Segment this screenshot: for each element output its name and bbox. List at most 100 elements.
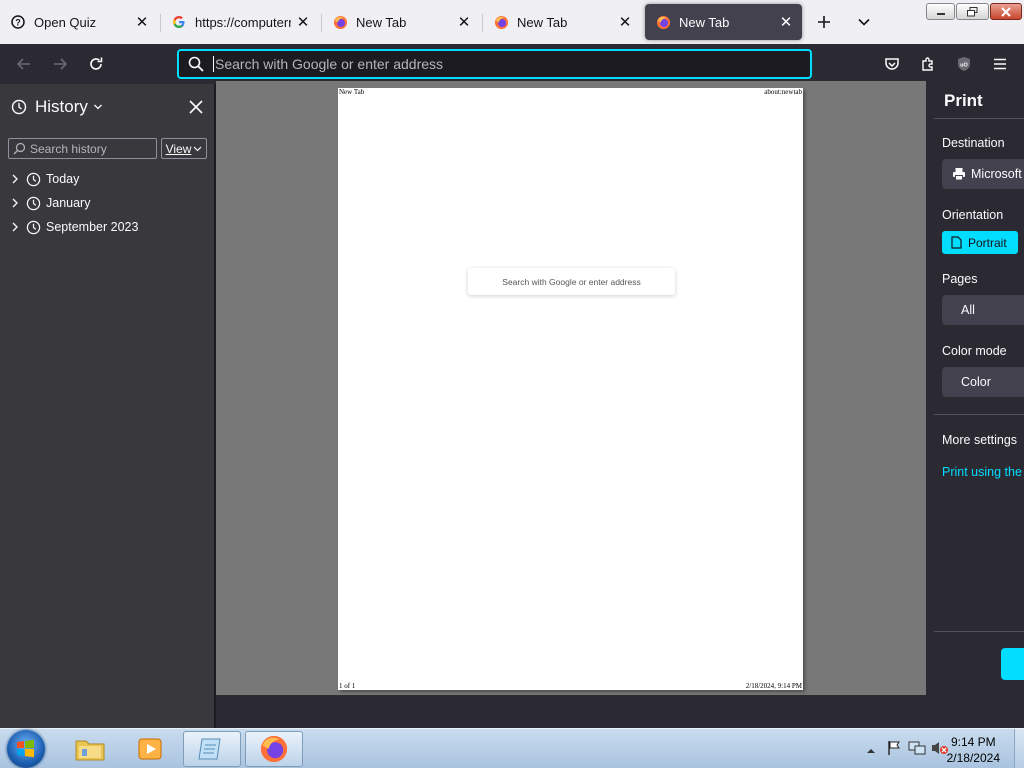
taskbar-notepad[interactable] <box>183 731 241 767</box>
search-icon <box>13 142 26 155</box>
view-label: View <box>165 141 192 156</box>
ublock-button[interactable]: uO <box>948 48 980 80</box>
divider <box>934 631 1024 632</box>
pages-label: Pages <box>942 272 978 286</box>
network-icon[interactable] <box>908 740 926 759</box>
pocket-icon <box>885 58 899 70</box>
list-all-tabs-button[interactable] <box>850 8 878 36</box>
navigation-toolbar: Search with Google or enter address uO <box>0 44 1024 84</box>
restore-button[interactable] <box>956 3 989 20</box>
app-menu-button[interactable] <box>984 48 1016 80</box>
sidebar-title[interactable]: History <box>35 97 88 117</box>
history-item-january[interactable]: January <box>0 192 215 214</box>
clock-icon <box>25 220 41 235</box>
orientation-label: Orientation <box>942 208 1004 222</box>
close-sidebar-button[interactable] <box>185 96 207 118</box>
tab-title: https://computern <box>195 14 291 30</box>
pages-select[interactable]: All <box>942 295 1024 325</box>
print-title: Print <box>944 91 983 110</box>
search-icon <box>181 56 211 72</box>
reload-button[interactable] <box>80 48 112 80</box>
close-tab-icon[interactable]: ✕ <box>613 10 637 34</box>
window-close-button[interactable] <box>990 3 1022 20</box>
pages-value: All <box>961 303 975 317</box>
page-header-left: New Tab <box>339 88 365 96</box>
portrait-radio-button[interactable]: Portrait <box>942 231 1018 254</box>
firefox-icon <box>655 14 671 30</box>
show-desktop-button[interactable] <box>1014 729 1024 768</box>
tab-computern[interactable]: https://computern ✕ <box>161 4 319 40</box>
chevron-right-icon[interactable] <box>9 198 21 208</box>
reload-icon <box>90 57 103 70</box>
url-placeholder: Search with Google or enter address <box>215 56 444 72</box>
print-preview-area: New Tab about:newtab Search with Google … <box>216 81 926 695</box>
sidebar-header: History <box>0 84 215 130</box>
url-bar[interactable]: Search with Google or enter address <box>177 49 812 79</box>
history-item-today[interactable]: Today <box>0 168 215 190</box>
history-item-label: January <box>46 196 91 210</box>
action-center-icon[interactable] <box>886 740 902 759</box>
more-settings-toggle[interactable]: More settings <box>942 433 1017 447</box>
close-tab-icon[interactable]: ✕ <box>452 10 476 34</box>
tab-open-quiz[interactable]: ? Open Quiz ✕ <box>0 4 158 40</box>
network-icon <box>908 741 926 755</box>
taskbar-file-explorer[interactable] <box>61 731 119 767</box>
tab-strip: ? Open Quiz ✕ https://computern ✕ New Ta… <box>0 0 1024 44</box>
start-button[interactable] <box>7 730 45 768</box>
flag-icon <box>888 741 900 755</box>
tab-new-tab-active[interactable]: New Tab ✕ <box>645 4 802 40</box>
preview-search-text: Search with Google or enter address <box>502 276 641 287</box>
chevron-down-icon[interactable] <box>93 102 103 112</box>
history-item-label: Today <box>46 172 80 186</box>
windows-logo-icon <box>17 739 34 758</box>
taskbar-media-player[interactable] <box>121 731 179 767</box>
taskbar-firefox[interactable] <box>245 731 303 767</box>
color-mode-select[interactable]: Color <box>942 367 1024 397</box>
preview-page: New Tab about:newtab Search with Google … <box>338 88 803 690</box>
minimize-button[interactable] <box>926 3 955 20</box>
forward-button[interactable] <box>44 48 76 80</box>
tab-title: New Tab <box>517 14 568 30</box>
tab-new-tab-2[interactable]: New Tab ✕ <box>483 4 641 40</box>
pocket-button[interactable] <box>876 48 908 80</box>
close-tab-icon[interactable]: ✕ <box>130 10 154 34</box>
history-item-september-2023[interactable]: September 2023 <box>0 216 215 238</box>
printer-icon <box>952 167 966 181</box>
help-circle-icon: ? <box>10 14 26 30</box>
windows-taskbar: 9:14 PM 2/18/2024 <box>0 728 1024 768</box>
history-item-label: September 2023 <box>46 220 139 234</box>
minimize-icon <box>936 12 945 15</box>
chevron-right-icon[interactable] <box>9 222 21 232</box>
divider <box>934 118 1024 119</box>
system-tray: 9:14 PM 2/18/2024 <box>834 729 1024 768</box>
divider <box>934 414 1024 415</box>
extensions-button[interactable] <box>912 48 944 80</box>
close-tab-icon[interactable]: ✕ <box>774 10 798 34</box>
print-button[interactable] <box>1001 648 1024 680</box>
clock[interactable]: 9:14 PM 2/18/2024 <box>947 734 1000 766</box>
search-history-input[interactable]: Search history <box>8 138 157 159</box>
plus-icon <box>818 16 830 28</box>
chevron-down-icon <box>858 18 870 26</box>
content-background <box>216 695 926 728</box>
destination-label: Destination <box>942 136 1005 150</box>
notepad-icon <box>198 738 221 760</box>
arrow-left-icon <box>16 58 30 70</box>
back-button[interactable] <box>8 48 40 80</box>
show-hidden-icons-button[interactable] <box>866 743 876 758</box>
chevron-right-icon[interactable] <box>9 174 21 184</box>
destination-select[interactable]: Microsoft <box>942 159 1024 189</box>
clock-icon <box>25 172 41 187</box>
view-menu-button[interactable]: View <box>161 138 207 159</box>
restore-icon <box>967 6 978 16</box>
preview-search-box: Search with Google or enter address <box>468 268 675 295</box>
tab-title: New Tab <box>679 14 730 30</box>
google-icon <box>171 14 187 30</box>
close-tab-icon[interactable]: ✕ <box>291 10 315 34</box>
close-icon <box>1001 6 1011 17</box>
new-tab-button[interactable] <box>810 8 838 36</box>
tab-title: New Tab <box>356 14 407 30</box>
tab-new-tab-1[interactable]: New Tab ✕ <box>322 4 480 40</box>
print-system-dialog-link[interactable]: Print using the s <box>942 465 1024 479</box>
print-settings-panel: Print Destination Microsoft Orientation … <box>926 81 1024 728</box>
